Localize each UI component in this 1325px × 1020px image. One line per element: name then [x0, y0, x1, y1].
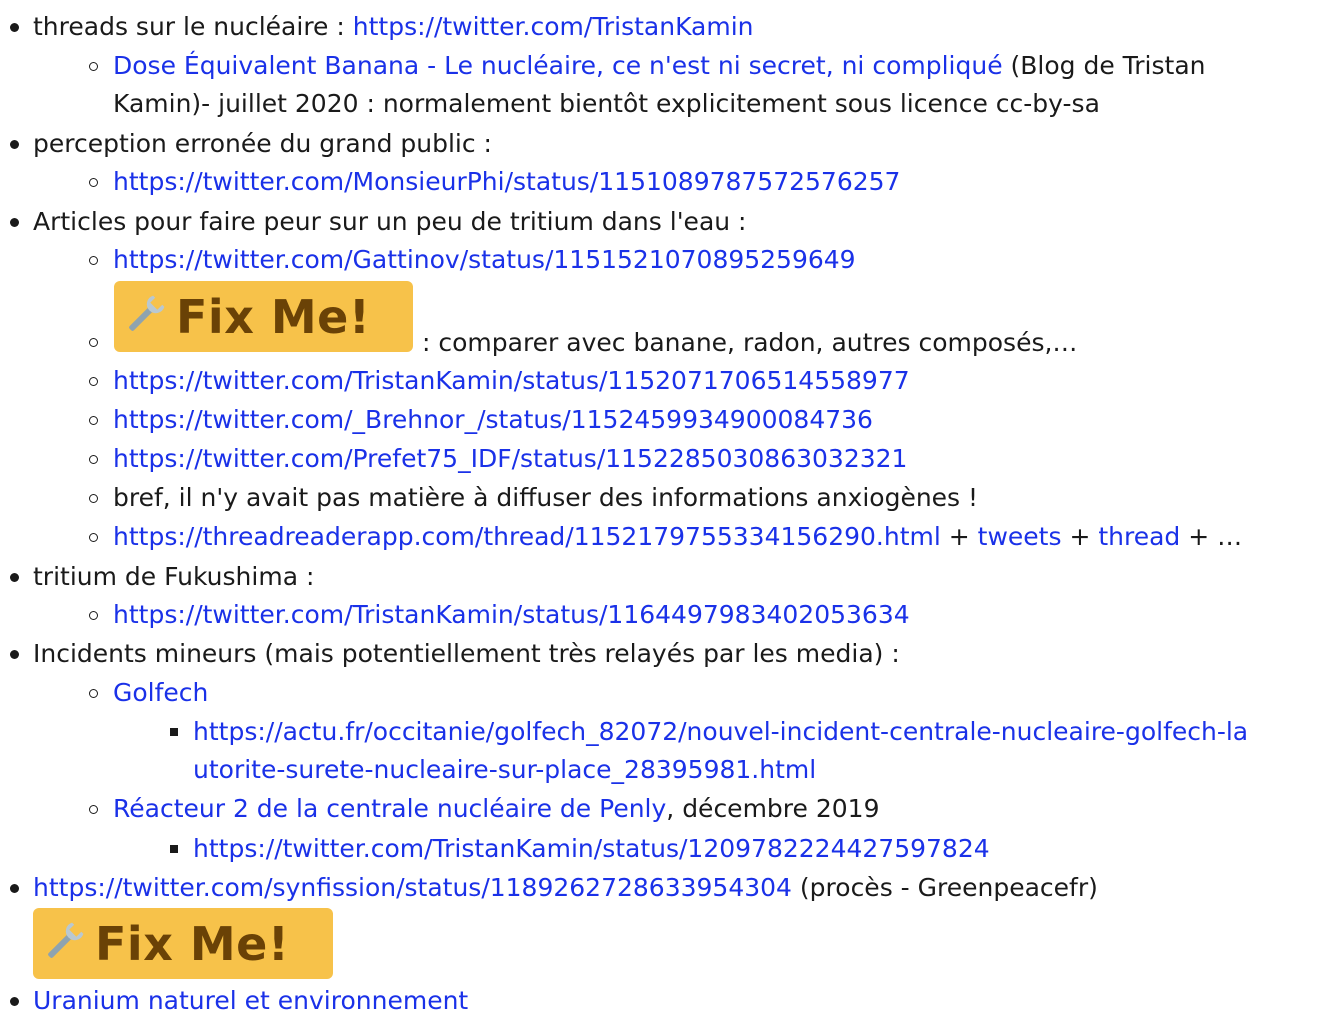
- fixme-label: Fix Me!: [176, 289, 371, 344]
- list-item-golfech: Golfech: [113, 674, 208, 712]
- gattinov-link[interactable]: https://twitter.com/Gattinov/status/1151…: [113, 245, 856, 274]
- list-item-penly: Réacteur 2 de la centrale nucléaire de P…: [113, 790, 879, 828]
- bullet: [10, 997, 19, 1006]
- wrench-icon: [124, 292, 168, 342]
- list-item-actu: https://actu.fr/occitanie/golfech_82072/…: [193, 713, 1248, 751]
- bullet: [89, 805, 98, 814]
- threads-link[interactable]: https://twitter.com/TristanKamin: [353, 12, 754, 41]
- list-item-tk1: https://twitter.com/TristanKamin/status/…: [113, 362, 910, 400]
- actu-link-cont[interactable]: utorite-surete-nucleaire-sur-place_28395…: [193, 755, 816, 784]
- plus-separator: +: [1061, 522, 1099, 551]
- item-label: tritium de Fukushima :: [33, 562, 315, 591]
- penly-tweet-link[interactable]: https://twitter.com/TristanKamin/status/…: [193, 834, 990, 863]
- bullet: [10, 23, 19, 32]
- list-item-prefet: https://twitter.com/Prefet75_IDF/status/…: [113, 440, 907, 478]
- tristankamin-link[interactable]: https://twitter.com/TristanKamin/status/…: [113, 366, 910, 395]
- fixme-badge: Fix Me!: [33, 908, 333, 979]
- list-item-penly-tweet: https://twitter.com/TristanKamin/status/…: [193, 830, 990, 868]
- bullet: [89, 62, 98, 71]
- list-item-dose: Dose Équivalent Banana - Le nucléaire, c…: [113, 47, 1206, 85]
- dose-link[interactable]: Dose Équivalent Banana - Le nucléaire, c…: [113, 51, 1003, 80]
- penly-text: , décembre 2019: [666, 794, 880, 823]
- bref-text: bref, il n'y avait pas matière à diffuse…: [113, 483, 979, 512]
- tweets-link[interactable]: tweets: [978, 522, 1062, 551]
- list-item-synfission: https://twitter.com/synfission/status/11…: [33, 869, 1098, 907]
- bullet: [89, 533, 98, 542]
- list-item-uranium: Uranium naturel et environnement: [33, 982, 468, 1020]
- list-item-actu-cont: utorite-surete-nucleaire-sur-place_28395…: [193, 751, 816, 789]
- item-label: Articles pour faire peur sur un peu de t…: [33, 207, 747, 236]
- fixme-label: Fix Me!: [95, 916, 290, 971]
- item-label: perception erronée du grand public :: [33, 129, 492, 158]
- bullet: [89, 494, 98, 503]
- plus-etc: + …: [1180, 522, 1243, 551]
- bullet: [89, 256, 98, 265]
- item-label: Incidents mineurs (mais potentiellement …: [33, 639, 900, 668]
- bullet: [89, 338, 98, 347]
- thread-link[interactable]: thread: [1098, 522, 1180, 551]
- bullet: [89, 689, 98, 698]
- actu-link[interactable]: https://actu.fr/occitanie/golfech_82072/…: [193, 717, 1248, 746]
- bullet: [10, 573, 19, 582]
- list-item-gattinov: https://twitter.com/Gattinov/status/1151…: [113, 241, 856, 279]
- bullet: [10, 140, 19, 149]
- bullet: [10, 884, 19, 893]
- bullet: [89, 377, 98, 386]
- golfech-link[interactable]: Golfech: [113, 678, 208, 707]
- bullet: [170, 845, 178, 853]
- list-item-fukushima-link: https://twitter.com/TristanKamin/status/…: [113, 596, 910, 634]
- fixme-note: : comparer avec banane, radon, autres co…: [422, 328, 1078, 357]
- monsieurphi-link[interactable]: https://twitter.com/MonsieurPhi/status/1…: [113, 167, 900, 196]
- list-item-monsieurphi: https://twitter.com/MonsieurPhi/status/1…: [113, 163, 900, 201]
- list-item-perception: perception erronée du grand public :: [33, 125, 492, 163]
- plus-separator: +: [940, 522, 978, 551]
- bullet: [89, 416, 98, 425]
- list-item-incidents: Incidents mineurs (mais potentiellement …: [33, 635, 900, 673]
- list-item-fukushima: tritium de Fukushima :: [33, 558, 314, 596]
- bullet: [10, 650, 19, 659]
- bullet: [89, 178, 98, 187]
- dose-text-cont: Kamin)- juillet 2020 : normalement bient…: [113, 89, 1100, 118]
- list-item-fixme-note: : comparer avec banane, radon, autres co…: [422, 324, 1077, 362]
- list-item-articles: Articles pour faire peur sur un peu de t…: [33, 203, 746, 241]
- penly-link[interactable]: Réacteur 2 de la centrale nucléaire de P…: [113, 794, 666, 823]
- synfission-text: (procès - Greenpeacefr): [791, 873, 1098, 902]
- synfission-link[interactable]: https://twitter.com/synfission/status/11…: [33, 873, 792, 902]
- item-label: threads sur le nucléaire :: [33, 12, 353, 41]
- brehnor-link[interactable]: https://twitter.com/_Brehnor_/status/115…: [113, 405, 873, 434]
- bullet: [89, 455, 98, 464]
- prefet-link[interactable]: https://twitter.com/Prefet75_IDF/status/…: [113, 444, 907, 473]
- list-item-threads: threads sur le nucléaire : https://twitt…: [33, 8, 754, 46]
- list-item-bref: bref, il n'y avait pas matière à diffuse…: [113, 479, 978, 517]
- fukushima-link[interactable]: https://twitter.com/TristanKamin/status/…: [113, 600, 910, 629]
- bullet: [89, 611, 98, 620]
- bullet: [170, 728, 178, 736]
- list-item-threadreader: https://threadreaderapp.com/thread/11521…: [113, 518, 1242, 556]
- list-item-dose-cont: Kamin)- juillet 2020 : normalement bient…: [113, 85, 1100, 123]
- threadreader-link[interactable]: https://threadreaderapp.com/thread/11521…: [113, 522, 941, 551]
- wrench-icon: [43, 919, 87, 969]
- dose-text: (Blog de Tristan: [1002, 51, 1206, 80]
- uranium-link[interactable]: Uranium naturel et environnement: [33, 986, 468, 1015]
- fixme-badge: Fix Me!: [114, 281, 413, 352]
- list-item-brehnor: https://twitter.com/_Brehnor_/status/115…: [113, 401, 873, 439]
- bullet: [10, 218, 19, 227]
